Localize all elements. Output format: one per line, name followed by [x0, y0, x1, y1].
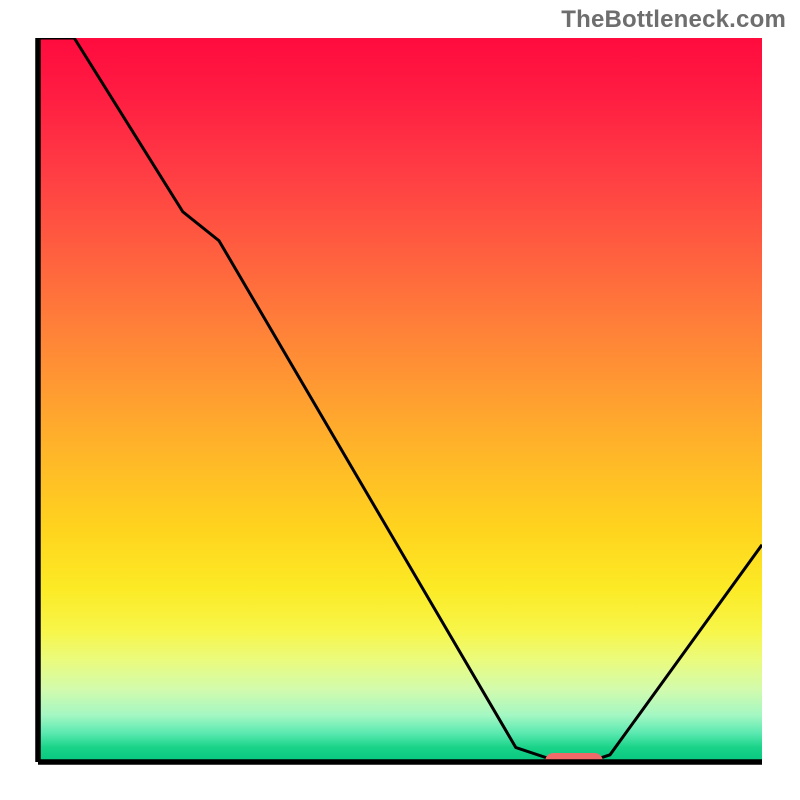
- chart-container: TheBottleneck.com: [0, 0, 800, 800]
- watermark-label: TheBottleneck.com: [561, 6, 786, 34]
- plot-area: [38, 38, 762, 762]
- optimal-marker: [545, 753, 603, 762]
- curve-line: [38, 38, 762, 762]
- bottleneck-curve: [38, 38, 762, 762]
